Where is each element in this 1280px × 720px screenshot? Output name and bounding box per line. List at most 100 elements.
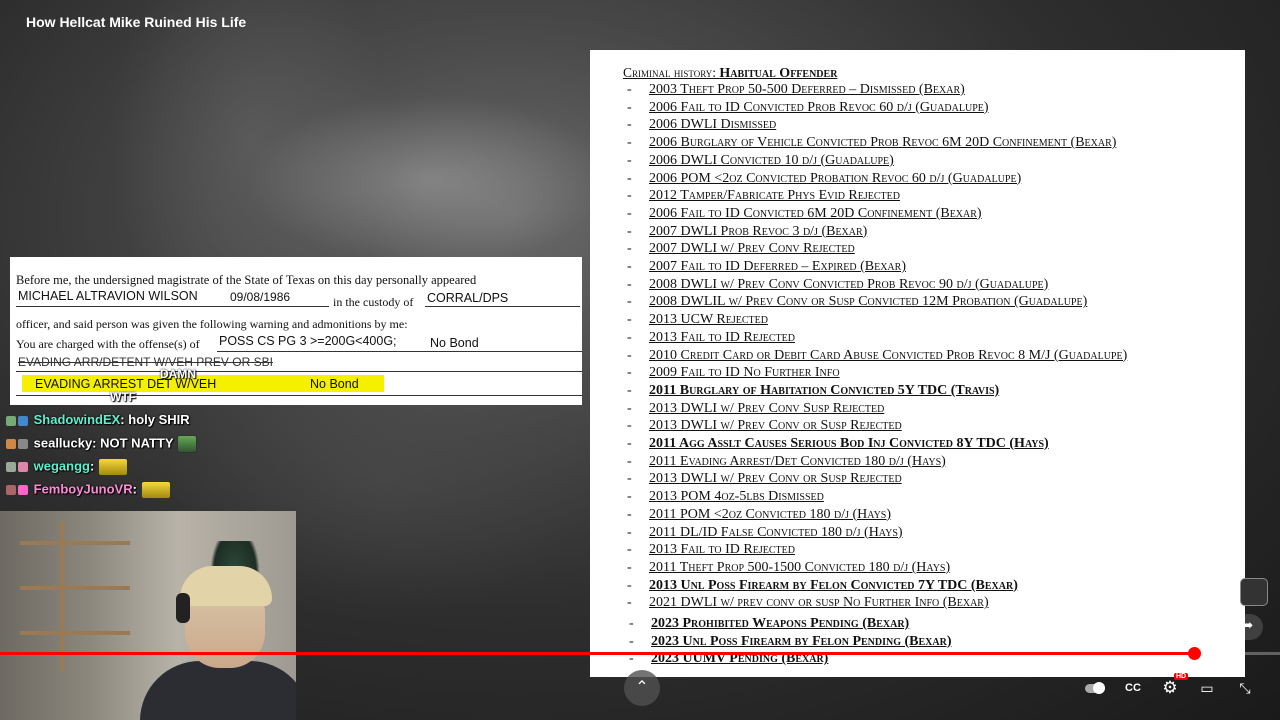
bullet-dash: -	[627, 559, 632, 575]
history-entry: - 2009 Fail to ID No Further Info	[627, 365, 840, 381]
badge-icon	[6, 462, 16, 472]
history-entry-text: 2008 DWLI w/ Prev Conv Convicted Prob Re…	[649, 276, 1049, 292]
history-entry-text: 2006 DWLI Convicted 10 d/j (Guadalupe)	[649, 152, 894, 168]
hd-badge: HD	[1174, 673, 1189, 680]
history-title-main: Habitual Offender	[719, 66, 838, 81]
bullet-dash: -	[627, 294, 632, 310]
emote-icon	[97, 458, 128, 476]
history-entry-text: 2007 Fail to ID Deferred – Expired (Bexa…	[649, 259, 906, 274]
badge-icon	[6, 485, 16, 495]
like-icon[interactable]: 👍︎	[1145, 615, 1167, 637]
bullet-dash: -	[629, 633, 634, 649]
history-entry: - 2023 Prohibited Weapons Pending (Bexar)	[629, 616, 909, 632]
chevron-up-icon[interactable]: ⌃	[624, 670, 660, 706]
history-entry-text: 2011 Agg Asslt Causes Serious Bod Inj Co…	[649, 436, 1049, 451]
history-entry: - 2006 DWLI Convicted 10 d/j (Guadalupe)	[627, 153, 894, 169]
bullet-dash: -	[627, 453, 632, 469]
history-entry: - 2007 DWLI Prob Revoc 3 d/j (Bexar)	[627, 224, 867, 240]
offense-2-struck: EVADING ARR/DETENT W/VEH PREV OR SBI	[18, 355, 273, 369]
history-entry: - 2013 Fail to ID Rejected	[627, 542, 795, 558]
history-entry: - 2011 DL/ID False Convicted 180 d/j (Hay…	[627, 525, 903, 541]
captions-icon[interactable]: CC	[1121, 677, 1145, 699]
bullet-dash: -	[627, 524, 632, 540]
history-entry: - 2013 Fail to ID Rejected	[627, 330, 795, 346]
chat-username[interactable]: seallucky	[34, 435, 93, 450]
bullet-dash: -	[627, 259, 632, 274]
history-entry: - 2008 DWLIL w/ Prev Conv or Susp Convict…	[627, 294, 1087, 310]
history-entry: - 2013 UCW Rejected	[627, 312, 768, 328]
video-title: How Hellcat Mike Ruined His Life	[26, 14, 247, 30]
chat-message: FemboyJunoVR:	[6, 481, 171, 499]
bullet-dash: -	[627, 489, 632, 505]
chat-message: ShadowindEX: holy SHIR	[6, 412, 190, 427]
bullet-dash: -	[627, 223, 632, 239]
history-entry: - 2011 POM <2oz Convicted 180 d/j (Hays)	[627, 507, 891, 523]
bullet-dash: -	[627, 152, 632, 168]
history-entry-text: 2007 DWLI w/ Prev Conv Rejected	[649, 241, 855, 257]
dislike-icon[interactable]: 👎︎	[1172, 615, 1194, 637]
fullscreen-exit-icon[interactable]: ⤡	[1233, 677, 1257, 699]
bullet-dash: -	[627, 276, 632, 292]
heart-icon	[18, 485, 28, 495]
settings-icon[interactable]: ⚙	[1158, 677, 1182, 699]
chat-username[interactable]: ShadowindEX	[34, 412, 121, 427]
bullet-dash: -	[627, 595, 632, 611]
history-entry: - 2023 Unl Poss Firearm by Felon Pending …	[629, 634, 952, 650]
bullet-dash: -	[627, 365, 632, 381]
history-entry-text: 2013 UCW Rejected	[649, 312, 768, 328]
history-entry-text: 2012 Tamper/Fabricate Phys Evid Rejected	[649, 188, 900, 204]
bullet-dash: -	[627, 82, 632, 97]
history-entry-text: 2006 Fail to ID Convicted 6M 20D Confine…	[649, 205, 982, 221]
history-entry: - 2006 Burglary of Vehicle Convicted Prob…	[627, 135, 1116, 151]
offense-1: POSS CS PG 3 >=200G<400G;	[219, 334, 397, 348]
bullet-dash: -	[627, 205, 632, 221]
bullet-dash: -	[627, 542, 632, 558]
chat-text: NOT NATTY	[100, 435, 174, 451]
history-entry-text: 2013 DWLI w/ Prev Conv or Susp Rejected	[649, 418, 902, 434]
history-entry-text: 2011 Theft Prop 500-1500 Convicted 180 d…	[649, 559, 951, 575]
chat-text: holy SHIR	[128, 412, 190, 427]
autoplay-toggle[interactable]	[1085, 677, 1109, 694]
history-entry-text: 2006 Burglary of Vehicle Convicted Prob …	[649, 135, 1117, 151]
history-entry: - 2006 Fail to ID Convicted Prob Revoc 60…	[627, 100, 989, 116]
history-entry-text: 2011 POM <2oz Convicted 180 d/j (Hays)	[649, 506, 892, 522]
history-entry: - 2013 POM 4oz-5lbs Dismissed	[627, 489, 824, 505]
history-entry: - 2012 Tamper/Fabricate Phys Evid Rejecte…	[627, 188, 900, 204]
history-entry: - 2021 DWLI w/ prev conv or susp No Furth…	[627, 595, 989, 611]
history-title: Criminal history: Habitual Offender	[623, 65, 837, 82]
history-entry: - 2011 Agg Asslt Causes Serious Bod Inj C…	[627, 436, 1049, 452]
comment-icon[interactable]: ▤	[1204, 615, 1226, 637]
offense-highlight: EVADING ARREST DET W/VEH No Bond	[22, 375, 384, 392]
chat-message: seallucky: NOT NATTY	[6, 435, 197, 453]
history-entry-text: 2013 DWLI w/ Prev Conv or Susp Rejected	[649, 471, 902, 487]
bullet-dash: -	[627, 577, 632, 593]
chat-username[interactable]: FemboyJunoVR	[34, 481, 133, 496]
progress-bar[interactable]	[0, 647, 1280, 660]
bullet-dash: -	[627, 170, 632, 186]
bullet-dash: -	[627, 506, 632, 522]
history-entry-text: 2023 Unl Poss Firearm by Felon Pending (…	[651, 633, 952, 649]
history-entry: - 2006 POM <2oz Convicted Probation Revoc…	[627, 171, 1021, 187]
history-entry: - 2011 Burglary of Habitation Convicted 5…	[627, 383, 999, 399]
channel-avatar[interactable]	[1240, 578, 1268, 606]
cast-icon[interactable]: ▭	[1195, 677, 1219, 699]
history-entry-text: 2013 POM 4oz-5lbs Dismissed	[649, 489, 824, 505]
bullet-dash: -	[627, 382, 632, 398]
history-entry-text: 2013 Fail to ID Rejected	[649, 542, 795, 558]
history-entry-text: 2007 DWLI Prob Revoc 3 d/j (Bexar)	[649, 223, 868, 239]
history-entry: - 2013 DWLI w/ Prev Conv or Susp Rejected	[627, 418, 902, 434]
bond-1: No Bond	[430, 336, 479, 350]
bullet-dash: -	[627, 418, 632, 434]
history-entry-text: 2013 DWLI w/ Prev Conv Susp Rejected	[649, 400, 885, 416]
bullet-dash: -	[627, 241, 632, 257]
history-entry-text: 2013 Unl Poss Firearm by Felon Convicted…	[649, 577, 1018, 593]
history-entry: - 2010 Credit Card or Debit Card Abuse Co…	[627, 348, 1127, 364]
chat-partial-1: DAMN	[160, 367, 196, 381]
history-entry-text: 2011 Burglary of Habitation Convicted 5Y…	[649, 382, 1000, 398]
share-icon[interactable]: ➦	[1236, 615, 1258, 637]
bullet-dash: -	[627, 117, 632, 133]
chat-username[interactable]: wegangg	[34, 458, 90, 473]
badge-icon	[18, 462, 28, 472]
criminal-history-document: Criminal history: Habitual Offender - 200…	[590, 50, 1245, 677]
defendant-dob: 09/08/1986	[230, 290, 291, 304]
